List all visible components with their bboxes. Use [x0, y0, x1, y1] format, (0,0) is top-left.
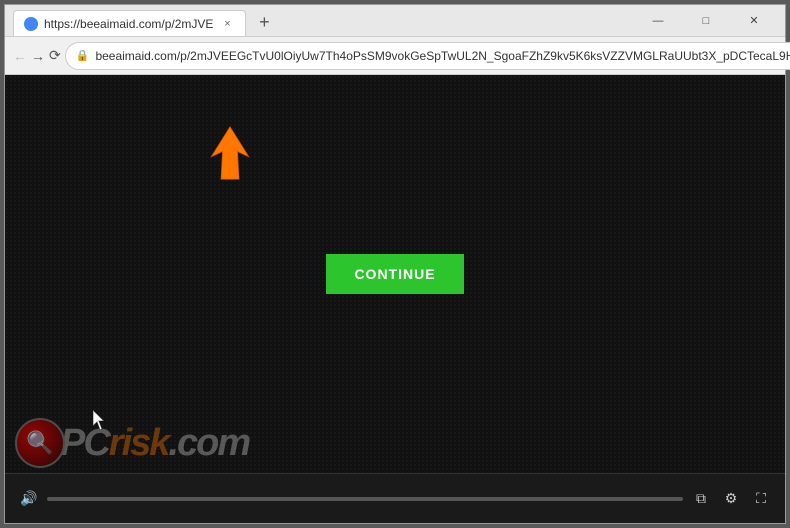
tab-favicon: [24, 17, 38, 31]
play-button[interactable]: 🔊: [17, 487, 41, 511]
video-controls-bar: 🔊 ⧉ ⚙ ⛶: [5, 473, 785, 523]
pip-button[interactable]: ⧉: [689, 487, 713, 511]
minimize-button[interactable]: —: [635, 7, 681, 35]
continue-button[interactable]: CONTINUE: [326, 254, 463, 294]
address-text: beeaimaid.com/p/2mJVEEGcTvU0lOiyUw7Th4oP…: [95, 49, 790, 63]
right-controls: ⧉ ⚙ ⛶: [689, 487, 773, 511]
watermark-text: PCrisk.com: [60, 424, 249, 462]
new-tab-button[interactable]: +: [250, 8, 278, 36]
browser-tab[interactable]: https://beeaimaid.com/p/2mJVE ×: [13, 10, 246, 36]
progress-bar[interactable]: [47, 497, 683, 501]
content-area: CONTINUE PCrisk.com 🔊 ⧉: [5, 75, 785, 523]
tab-close-button[interactable]: ×: [219, 16, 235, 32]
window-controls: — □ ✕: [635, 7, 777, 35]
maximize-button[interactable]: □: [683, 7, 729, 35]
mouse-cursor: [93, 410, 105, 428]
controls-row: 🔊 ⧉ ⚙ ⛶: [17, 487, 773, 511]
address-bar[interactable]: 🔒 beeaimaid.com/p/2mJVEEGcTvU0lOiyUw7Th4…: [65, 42, 790, 70]
back-button[interactable]: ←: [13, 42, 27, 70]
settings-button[interactable]: ⚙: [719, 487, 743, 511]
reload-button[interactable]: ⟳: [49, 42, 61, 70]
lock-icon: 🔒: [76, 49, 90, 62]
pcrisk-logo-icon: [15, 418, 65, 468]
domain-text: .com: [168, 422, 249, 464]
fullscreen-button[interactable]: ⛶: [749, 487, 773, 511]
window-close-button[interactable]: ✕: [731, 7, 777, 35]
pcrisk-watermark: PCrisk.com: [15, 418, 249, 468]
video-player: CONTINUE: [5, 75, 785, 473]
browser-window: https://beeaimaid.com/p/2mJVE × + — □ ✕ …: [4, 4, 786, 524]
tab-title: https://beeaimaid.com/p/2mJVE: [44, 17, 213, 31]
risk-text: risk: [109, 422, 169, 464]
tab-area: https://beeaimaid.com/p/2mJVE × +: [13, 5, 635, 36]
forward-button[interactable]: →: [31, 42, 45, 70]
navigation-bar: ← → ⟳ 🔒 beeaimaid.com/p/2mJVEEGcTvU0lOiy…: [5, 37, 785, 75]
title-bar: https://beeaimaid.com/p/2mJVE × + — □ ✕: [5, 5, 785, 37]
